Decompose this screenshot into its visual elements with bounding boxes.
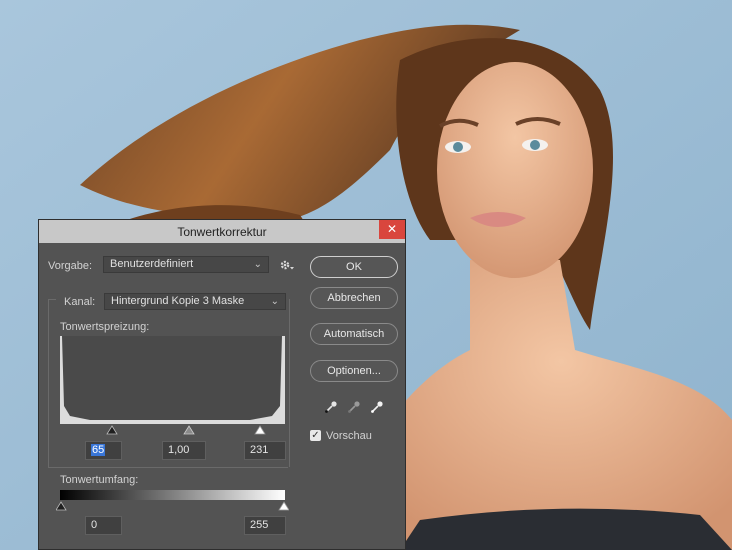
preview-label: Vorschau [326, 430, 372, 442]
midtone-input-handle [183, 425, 195, 435]
gear-icon [280, 260, 294, 270]
input-highlight-field[interactable]: 231 [244, 441, 286, 460]
input-midtone-field[interactable]: 1,00 [162, 441, 206, 460]
auto-button[interactable]: Automatisch [310, 323, 398, 345]
input-levels-label: Tonwertspreizung: [60, 321, 150, 333]
dialog-title: Tonwertkorrektur [177, 225, 267, 239]
input-highlight-value: 231 [250, 444, 269, 456]
levels-dialog: Tonwertkorrektur ✕ Vorgabe: Benutzerdefi… [38, 219, 406, 550]
chevron-down-icon: ⌄ [253, 259, 262, 270]
channel-label: Kanal: [64, 296, 96, 308]
output-gradient-bar [60, 490, 285, 500]
input-levels-slider[interactable] [60, 425, 285, 435]
close-icon: ✕ [386, 222, 398, 236]
shadow-input-handle [106, 425, 118, 435]
white-eyedropper-icon[interactable] [370, 400, 384, 414]
preset-label: Vorgabe: [48, 260, 93, 272]
group-border [48, 299, 56, 300]
preset-value: Benutzerdefiniert [110, 258, 194, 270]
checkmark-icon: ✓ [311, 430, 320, 441]
group-bottom-border [48, 467, 288, 468]
input-shadow-field[interactable]: 65 [85, 441, 122, 460]
shadow-output-handle [55, 501, 67, 511]
ok-button[interactable]: OK [310, 256, 398, 278]
dialog-titlebar[interactable]: Tonwertkorrektur ✕ [39, 220, 405, 243]
chevron-down-icon: ⌄ [270, 296, 279, 307]
options-button[interactable]: Optionen... [310, 360, 398, 382]
output-highlight-field[interactable]: 255 [244, 516, 286, 535]
highlight-input-handle [254, 425, 266, 435]
slider-track [106, 425, 266, 435]
channel-value: Hintergrund Kopie 3 Maske [111, 295, 245, 307]
cancel-button[interactable]: Abbrechen [310, 287, 398, 309]
output-shadow-field[interactable]: 0 [85, 516, 122, 535]
channel-dropdown[interactable]: Hintergrund Kopie 3 Maske ⌄ [104, 293, 286, 310]
output-shadow-value: 0 [91, 519, 98, 531]
output-levels-label: Tonwertumfang: [60, 474, 139, 486]
slider-track [55, 501, 290, 511]
preset-dropdown[interactable]: Benutzerdefiniert ⌄ [103, 256, 269, 273]
black-eyedropper-icon[interactable] [324, 400, 338, 414]
input-midtone-value: 1,00 [168, 444, 190, 456]
histogram [60, 336, 285, 424]
close-button[interactable]: ✕ [379, 220, 405, 239]
output-highlight-value: 255 [250, 519, 269, 531]
preview-checkbox[interactable]: ✓ [310, 430, 321, 441]
output-levels-slider[interactable] [55, 501, 290, 511]
preset-menu-button[interactable] [279, 258, 295, 272]
input-shadow-value: 65 [91, 444, 106, 456]
histogram-graph [60, 336, 285, 424]
gray-eyedropper-icon[interactable] [347, 400, 361, 414]
highlight-output-handle [278, 501, 290, 511]
